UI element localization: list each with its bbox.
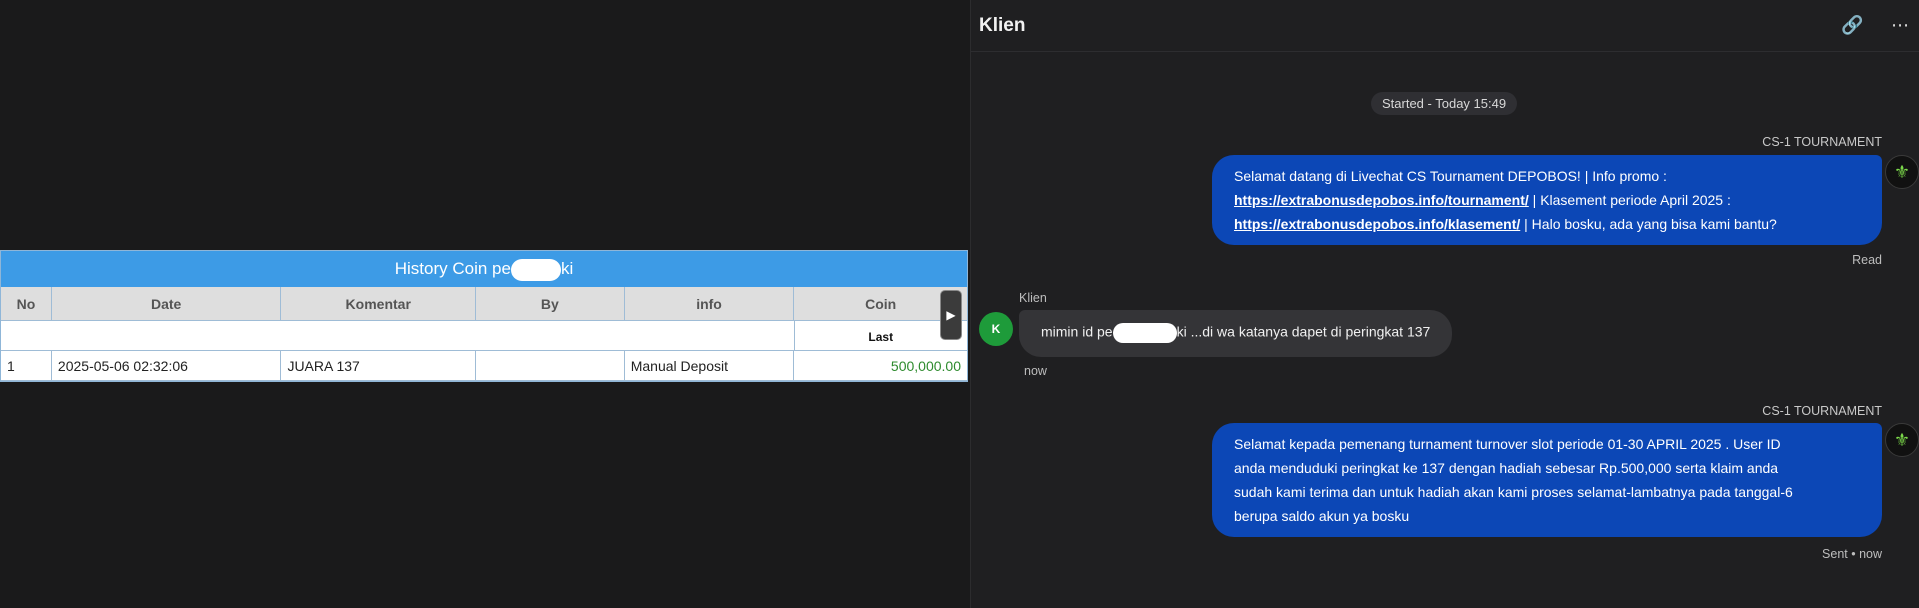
- table-subheader-row: Last: [1, 321, 967, 351]
- sent-status: Sent • now: [1822, 547, 1882, 561]
- history-table-title: History Coin pe ki: [1, 251, 967, 287]
- message-text: Selamat kepada pemenang turnament turnov…: [1234, 436, 1781, 452]
- history-title-prefix: History Coin pe: [394, 259, 511, 278]
- message-text: berupa saldo akun ya bosku: [1234, 508, 1410, 524]
- client-sender-name: Klien: [1019, 291, 1047, 305]
- row-date: 2025-05-06 02:32:06: [51, 351, 282, 381]
- read-status: Read: [1852, 253, 1882, 267]
- message-text: | Halo bosku, ada yang bisa kami bantu?: [1520, 216, 1777, 232]
- row-no: 1: [1, 351, 52, 381]
- depobos-logo-icon: ⚜: [1893, 161, 1911, 182]
- column-header-date: Date: [51, 287, 282, 321]
- column-header-komentar: Komentar: [281, 287, 477, 321]
- row-by: [476, 351, 625, 381]
- agent-sender-name: CS-1 TOURNAMENT: [1762, 404, 1882, 418]
- history-title-suffix: ki: [560, 259, 574, 278]
- chat-panel: Klien 🔗 ⋯ Started - Today 15:49 CS-1 TOU…: [970, 0, 1919, 608]
- link-icon[interactable]: 🔗: [1841, 15, 1863, 36]
- message-text: Selamat datang di Livechat CS Tournament…: [1234, 168, 1667, 184]
- client-avatar: K: [979, 312, 1013, 346]
- history-screenshot-pane: History Coin pe ki No Date Komentar By in…: [0, 0, 970, 608]
- agent-message-bubble: Selamat datang di Livechat CS Tournament…: [1212, 155, 1882, 245]
- column-header-info: info: [624, 287, 795, 321]
- chat-started-badge: Started - Today 15:49: [1371, 92, 1518, 115]
- more-icon[interactable]: ⋯: [1889, 15, 1911, 36]
- depobos-logo-icon: ⚜: [1893, 429, 1911, 450]
- column-header-no: No: [1, 287, 52, 321]
- redaction-mark: [510, 258, 561, 281]
- chat-header: Klien 🔗 ⋯: [971, 0, 1919, 52]
- row-info: Manual Deposit: [624, 351, 795, 381]
- message-text-line: https://extrabonusdepobos.info/tournamen…: [1234, 188, 1860, 212]
- table-row: 1 2025-05-06 02:32:06 JUARA 137 Manual D…: [1, 351, 967, 381]
- redaction-mark: [1112, 323, 1177, 343]
- klasement-link[interactable]: https://extrabonusdepobos.info/klasement…: [1234, 216, 1520, 232]
- agent-message-bubble: Selamat kepada pemenang turnament turnov…: [1212, 423, 1882, 537]
- history-coin-table: History Coin pe ki No Date Komentar By in…: [0, 250, 968, 382]
- chat-title: Klien: [979, 14, 1026, 36]
- client-message-bubble: mimin id pe ki ...di wa katanya dapet di …: [1019, 310, 1453, 357]
- message-text: ki ...di wa katanya dapet di peringkat 1…: [1176, 323, 1431, 340]
- table-header-row: No Date Komentar By info Coin: [1, 287, 967, 321]
- column-header-by: By: [476, 287, 625, 321]
- message-text-line: https://extrabonusdepobos.info/klasement…: [1234, 212, 1860, 236]
- client-message-time: now: [1024, 364, 1047, 378]
- scroll-right-button[interactable]: ▶: [940, 290, 962, 340]
- message-text: | Klasement periode April 2025 :: [1528, 192, 1731, 208]
- message-text: mimin id pe: [1041, 323, 1113, 340]
- message-text: anda menduduki peringkat ke 137 dengan h…: [1234, 460, 1779, 476]
- agent-avatar: ⚜: [1885, 423, 1919, 457]
- agent-avatar: ⚜: [1885, 155, 1919, 189]
- subheader-blank: [1, 321, 795, 351]
- row-coin: 500,000.00: [794, 351, 967, 381]
- tournament-link[interactable]: https://extrabonusdepobos.info/tournamen…: [1234, 192, 1529, 208]
- message-text: sudah kami terima dan untuk hadiah akan …: [1234, 484, 1793, 500]
- play-arrow-icon: ▶: [946, 308, 956, 322]
- agent-sender-name: CS-1 TOURNAMENT: [1762, 135, 1882, 149]
- row-komentar: JUARA 137: [281, 351, 477, 381]
